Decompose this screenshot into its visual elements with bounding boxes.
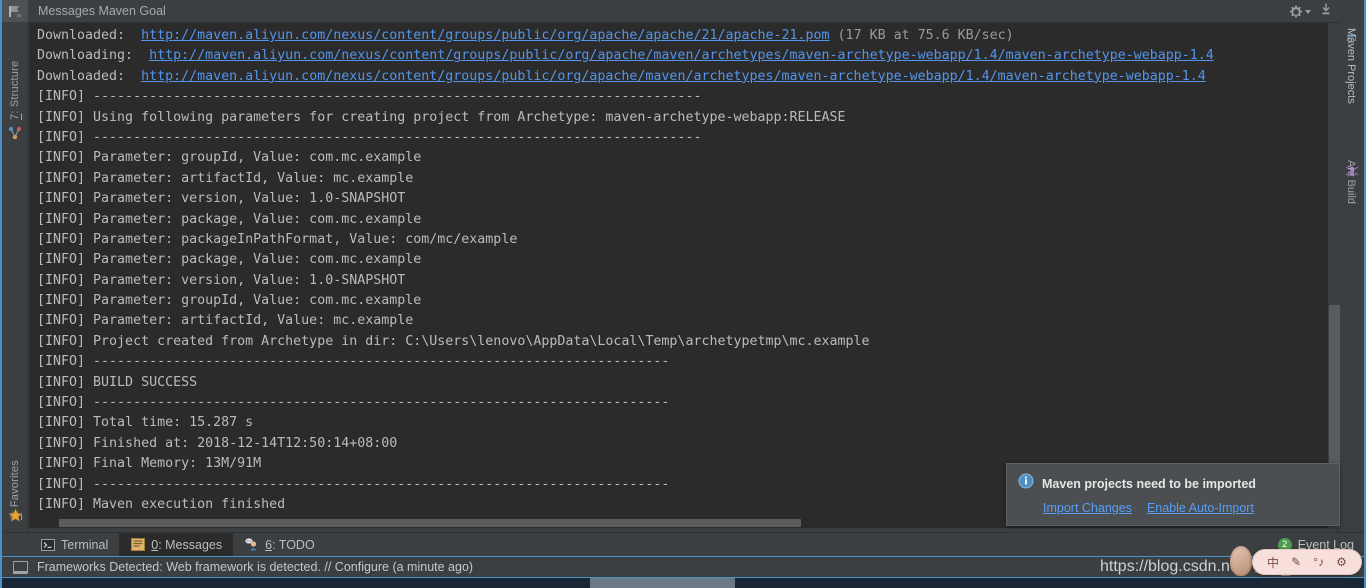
maven-console-output[interactable]: Downloaded: http://maven.aliyun.com/nexu… — [29, 23, 1341, 528]
console-line-text: [INFO] Parameter: package, Value: com.mc… — [37, 211, 422, 227]
tool-window-header: Messages Maven Goal — [29, 0, 1341, 23]
inspection-icon[interactable] — [13, 560, 28, 574]
console-line-label: Downloaded: — [37, 28, 142, 43]
ime-floating-toolbar[interactable]: 中 ✎ °♪ ⚙ — [1252, 549, 1362, 575]
sidebar-item-maven-projects[interactable]: Maven Projects — [1339, 28, 1363, 148]
structure-tab-number: 7 — [9, 113, 21, 120]
console-line: [INFO] Parameter: groupId, Value: com.mc… — [37, 291, 1341, 311]
maven-import-notification: Maven projects need to be imported Impor… — [1006, 463, 1340, 526]
console-line-url[interactable]: http://maven.aliyun.com/nexus/content/gr… — [141, 69, 1206, 84]
console-line-text: [INFO] Maven execution finished — [37, 496, 286, 512]
idea-window: 7: Structure 2: Favorites m Mave — [0, 0, 1366, 588]
chevron-down-icon[interactable] — [1305, 9, 1311, 14]
console-line-text: [INFO] Using following parameters for cr… — [37, 109, 846, 125]
console-line-text: [INFO] ---------------------------------… — [37, 476, 670, 492]
console-line: [INFO] Project created from Archetype in… — [37, 332, 1341, 352]
console-line: Downloading: http://maven.aliyun.com/nex… — [37, 46, 1341, 66]
console-line: [INFO] ---------------------------------… — [37, 352, 1341, 372]
console-line-url[interactable]: http://maven.aliyun.com/nexus/content/gr… — [149, 48, 1214, 63]
sidebar-item-ant-build[interactable]: Ant Build — [1339, 160, 1363, 252]
flag-icon[interactable] — [2, 0, 28, 22]
console-line-text: [INFO] Total time: 15.287 s — [37, 415, 254, 431]
taskbar-chip — [590, 578, 735, 588]
console-line-url[interactable]: http://maven.aliyun.com/nexus/content/gr… — [141, 28, 829, 43]
gear-icon[interactable] — [1289, 5, 1311, 19]
messages-icon — [130, 537, 145, 552]
console-line: [INFO] Parameter: version, Value: 1.0-SN… — [37, 189, 1341, 209]
console-line: [INFO] BUILD SUCCESS — [37, 373, 1341, 393]
status-bar: Frameworks Detected: Web framework is de… — [2, 556, 1364, 578]
console-line: [INFO] Parameter: packageInPathFormat, V… — [37, 230, 1341, 250]
tab-terminal-label: Terminal — [61, 537, 109, 552]
maven-projects-label: Maven Projects — [1345, 28, 1357, 104]
console-line: [INFO] Parameter: groupId, Value: com.mc… — [37, 148, 1341, 168]
console-line-text: [INFO] Parameter: groupId, Value: com.mc… — [37, 150, 422, 166]
console-line: Downloaded: http://maven.aliyun.com/nexu… — [37, 67, 1341, 87]
todo-icon — [244, 537, 259, 552]
console-lines: Downloaded: http://maven.aliyun.com/nexu… — [29, 26, 1341, 515]
console-line-text: [INFO] Project created from Archetype in… — [37, 333, 870, 349]
left-tool-stripe: 7: Structure 2: Favorites — [2, 0, 28, 540]
console-line-meta: (17 KB at 75.6 KB/sec) — [829, 28, 1014, 43]
console-line-text: [INFO] Parameter: packageInPathFormat, V… — [37, 231, 518, 247]
hide-window-icon[interactable] — [1319, 2, 1333, 21]
notification-title: Maven projects need to be imported — [1042, 476, 1256, 491]
desktop-edge — [2, 578, 1364, 588]
console-line-text: [INFO] Parameter: artifactId, Value: mc.… — [37, 313, 414, 329]
console-line-text: [INFO] Parameter: version, Value: 1.0-SN… — [37, 272, 406, 288]
ime-pen-icon[interactable]: ✎ — [1291, 555, 1301, 569]
console-line: [INFO] ---------------------------------… — [37, 87, 1341, 107]
console-line: [INFO] ---------------------------------… — [37, 393, 1341, 413]
console-line: [INFO] Using following parameters for cr… — [37, 108, 1341, 128]
tool-window-actions — [1289, 0, 1333, 23]
page-title: Messages Maven Goal — [38, 4, 166, 18]
console-line-text: [INFO] Final Memory: 13M/91M — [37, 456, 262, 472]
bottom-tool-tabs: Terminal 0: Messages 6: TODO 2 Event Log — [2, 532, 1364, 557]
tab-todo[interactable]: 6: TODO — [233, 533, 326, 557]
console-line-text: [INFO] ---------------------------------… — [37, 395, 670, 411]
right-tool-stripe: m Maven Projects Ant Build — [1338, 0, 1364, 540]
structure-tab-label: : Structure — [9, 60, 21, 114]
console-vertical-scrollbar[interactable] — [1328, 23, 1341, 528]
console-line-text: [INFO] ---------------------------------… — [37, 89, 702, 105]
console-line-text: [INFO] Finished at: 2018-12-14T12:50:14+… — [37, 435, 398, 451]
console-line-text: [INFO] Parameter: version, Value: 1.0-SN… — [37, 191, 406, 207]
status-message[interactable]: Frameworks Detected: Web framework is de… — [37, 560, 473, 574]
star-icon — [8, 508, 23, 522]
console-line-text: [INFO] Parameter: package, Value: com.mc… — [37, 252, 422, 268]
tab-todo-label: : TODO — [272, 537, 315, 552]
console-line: [INFO] Parameter: package, Value: com.mc… — [37, 210, 1341, 230]
console-line-label: Downloading: — [37, 48, 150, 64]
import-changes-link[interactable]: Import Changes — [1043, 501, 1132, 515]
terminal-icon — [40, 537, 55, 552]
console-line-text: [INFO] BUILD SUCCESS — [37, 374, 198, 390]
console-line-text: [INFO] Parameter: artifactId, Value: mc.… — [37, 170, 414, 186]
tab-messages-label: : Messages — [158, 537, 223, 552]
structure-icon — [8, 126, 22, 140]
info-icon — [1018, 473, 1034, 494]
console-line: [INFO] ---------------------------------… — [37, 128, 1341, 148]
favorites-tab-label: : Favorites — [9, 460, 21, 514]
ant-build-label: Ant Build — [1345, 160, 1357, 205]
ime-settings-icon[interactable]: ⚙ — [1336, 555, 1347, 569]
console-line: [INFO] Parameter: package, Value: com.mc… — [37, 250, 1341, 270]
ime-emoji-icon[interactable]: °♪ — [1313, 555, 1324, 569]
console-line-label: Downloaded: — [37, 68, 142, 84]
ime-drag-handle[interactable] — [1230, 546, 1252, 576]
console-line: Downloaded: http://maven.aliyun.com/nexu… — [37, 26, 1341, 46]
console-line: [INFO] Parameter: artifactId, Value: mc.… — [37, 169, 1341, 189]
console-line: [INFO] Total time: 15.287 s — [37, 413, 1341, 433]
enable-auto-import-link[interactable]: Enable Auto-Import — [1147, 501, 1254, 515]
console-horizontal-scroll-thumb[interactable] — [59, 519, 801, 527]
console-line-text: [INFO] Parameter: groupId, Value: com.mc… — [37, 293, 422, 309]
console-line-text: [INFO] ---------------------------------… — [37, 129, 702, 145]
console-line: [INFO] Parameter: version, Value: 1.0-SN… — [37, 271, 1341, 291]
console-line-text: [INFO] ---------------------------------… — [37, 354, 670, 370]
console-line: [INFO] Parameter: artifactId, Value: mc.… — [37, 311, 1341, 331]
sidebar-item-structure[interactable]: 7: Structure — [3, 30, 27, 120]
tab-messages[interactable]: 0: Messages — [119, 532, 234, 557]
ime-language-icon[interactable]: 中 — [1267, 554, 1279, 571]
tab-terminal[interactable]: Terminal — [29, 533, 119, 557]
console-line: [INFO] Finished at: 2018-12-14T12:50:14+… — [37, 434, 1341, 454]
